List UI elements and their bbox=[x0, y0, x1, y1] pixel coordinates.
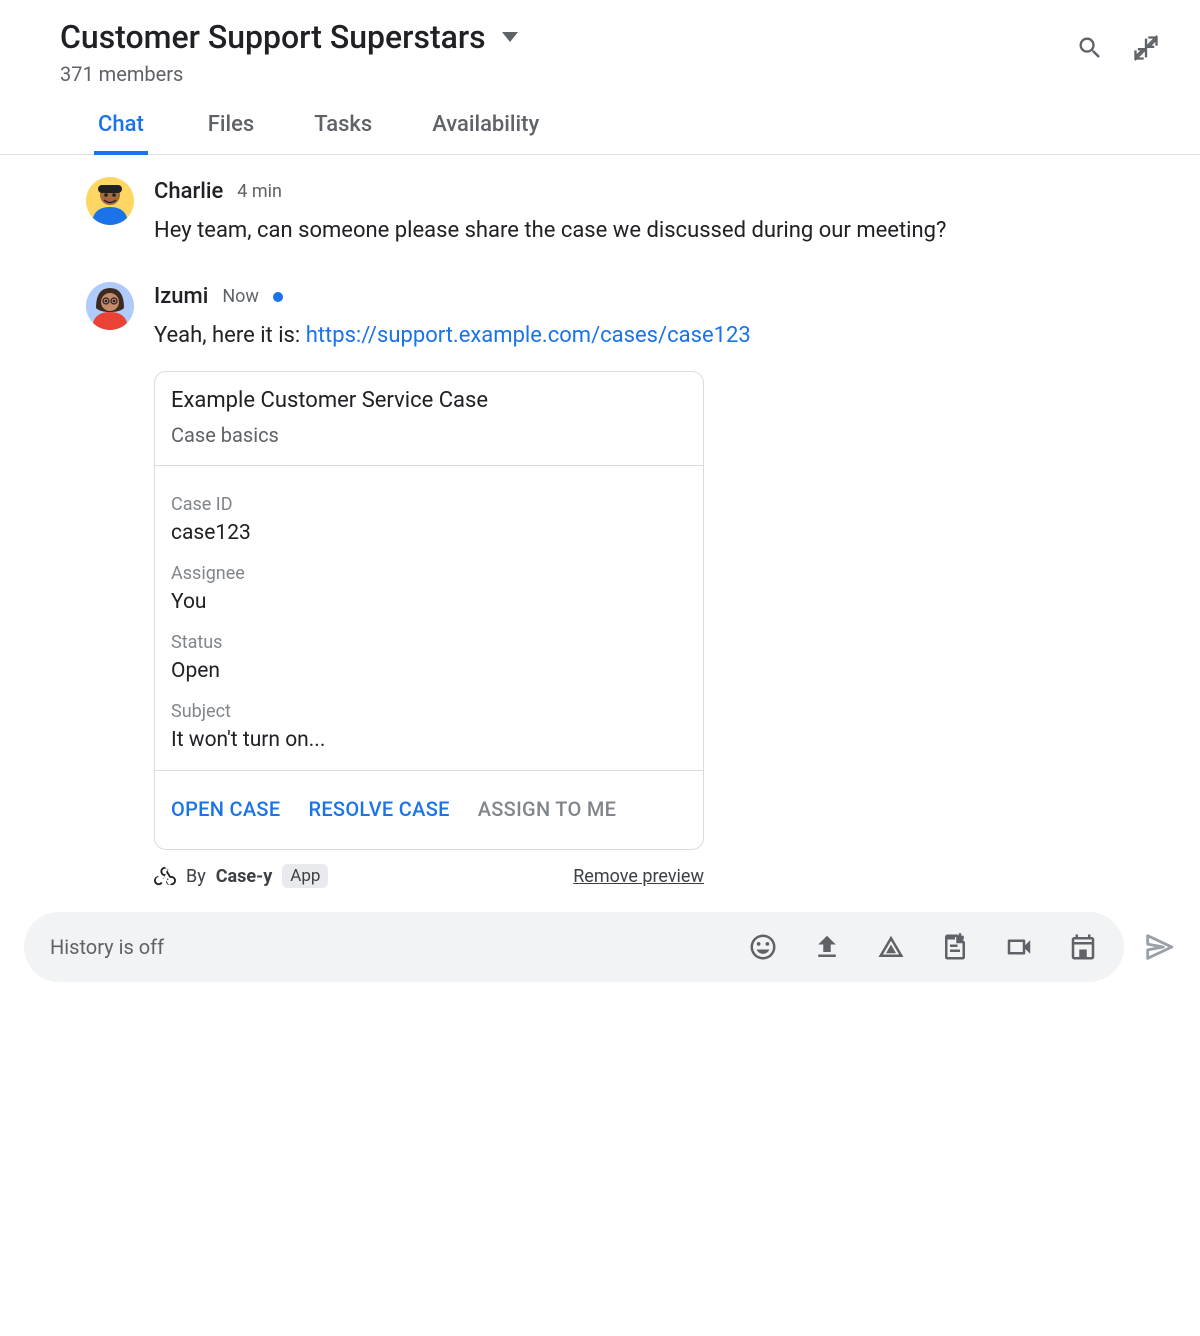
field-value: You bbox=[171, 590, 687, 614]
message-header: Charlie 4 min bbox=[154, 179, 1140, 204]
card-field: Case ID case123 bbox=[171, 494, 687, 545]
field-value: Open bbox=[171, 659, 687, 683]
composer-placeholder[interactable]: History is off bbox=[50, 935, 740, 959]
card-subtitle: Case basics bbox=[171, 423, 687, 447]
message-item: Charlie 4 min Hey team, can someone plea… bbox=[86, 177, 1140, 248]
field-value: It won't turn on... bbox=[171, 728, 687, 752]
by-prefix: By bbox=[186, 866, 206, 887]
message-author: Charlie bbox=[154, 179, 223, 204]
open-case-button[interactable]: OPEN CASE bbox=[171, 797, 280, 821]
card-header: Example Customer Service Case Case basic… bbox=[155, 372, 703, 466]
presence-dot-icon bbox=[273, 292, 283, 302]
app-name: Case-y bbox=[216, 866, 273, 887]
resolve-case-button[interactable]: RESOLVE CASE bbox=[308, 797, 449, 821]
emoji-icon[interactable] bbox=[748, 932, 778, 962]
message-header: Izumi Now bbox=[154, 284, 1140, 309]
link-preview-card: Example Customer Service Case Case basic… bbox=[154, 371, 704, 850]
card-title: Example Customer Service Case bbox=[171, 388, 687, 413]
room-header: Customer Support Superstars 371 members bbox=[0, 0, 1200, 86]
room-title: Customer Support Superstars bbox=[60, 18, 486, 56]
message-time: 4 min bbox=[237, 181, 282, 202]
message-composer[interactable]: History is off bbox=[24, 912, 1124, 982]
card-field: Status Open bbox=[171, 632, 687, 683]
composer-row: History is off bbox=[0, 912, 1200, 1012]
video-icon[interactable] bbox=[1004, 932, 1034, 962]
message-body: Izumi Now Yeah, here it is: https://supp… bbox=[154, 282, 1140, 888]
message-text: Yeah, here it is: https://support.exampl… bbox=[154, 319, 974, 353]
card-attribution: By Case-y App bbox=[154, 864, 328, 888]
search-icon[interactable] bbox=[1076, 34, 1104, 62]
message-item: Izumi Now Yeah, here it is: https://supp… bbox=[86, 282, 1140, 888]
header-actions bbox=[1076, 18, 1176, 62]
card-field: Subject It won't turn on... bbox=[171, 701, 687, 752]
card-fields: Case ID case123 Assignee You Status Open… bbox=[155, 466, 703, 770]
message-text-prefix: Yeah, here it is: bbox=[154, 323, 306, 348]
message-body: Charlie 4 min Hey team, can someone plea… bbox=[154, 177, 1140, 248]
card-footer: By Case-y App Remove preview bbox=[154, 864, 704, 888]
room-title-row[interactable]: Customer Support Superstars bbox=[60, 18, 1076, 56]
message-author: Izumi bbox=[154, 284, 208, 309]
calendar-icon[interactable] bbox=[1068, 932, 1098, 962]
card-field: Assignee You bbox=[171, 563, 687, 614]
member-count: 371 members bbox=[60, 62, 1076, 86]
message-list: Charlie 4 min Hey team, can someone plea… bbox=[0, 155, 1200, 912]
tab-files[interactable]: Files bbox=[208, 112, 254, 154]
avatar[interactable] bbox=[86, 177, 134, 225]
app-badge: App bbox=[282, 864, 328, 888]
assign-to-me-button[interactable]: ASSIGN TO ME bbox=[478, 797, 617, 821]
field-label: Case ID bbox=[171, 494, 687, 515]
field-label: Assignee bbox=[171, 563, 687, 584]
avatar[interactable] bbox=[86, 282, 134, 330]
tab-chat[interactable]: Chat bbox=[94, 112, 148, 155]
message-time: Now bbox=[222, 286, 259, 307]
case-link[interactable]: https://support.example.com/cases/case12… bbox=[306, 323, 751, 348]
card-actions: OPEN CASE RESOLVE CASE ASSIGN TO ME bbox=[155, 770, 703, 849]
create-doc-icon[interactable] bbox=[940, 932, 970, 962]
field-label: Subject bbox=[171, 701, 687, 722]
collapse-icon[interactable] bbox=[1132, 34, 1160, 62]
upload-icon[interactable] bbox=[812, 932, 842, 962]
field-value: case123 bbox=[171, 521, 687, 545]
composer-toolbar bbox=[748, 932, 1098, 962]
send-icon[interactable] bbox=[1142, 930, 1176, 964]
tab-availability[interactable]: Availability bbox=[432, 112, 539, 154]
tab-tasks[interactable]: Tasks bbox=[314, 112, 372, 154]
remove-preview-link[interactable]: Remove preview bbox=[573, 866, 704, 887]
message-text: Hey team, can someone please share the c… bbox=[154, 214, 974, 248]
tabs: Chat Files Tasks Availability bbox=[0, 86, 1200, 155]
chevron-down-icon[interactable] bbox=[502, 32, 518, 42]
drive-icon[interactable] bbox=[876, 932, 906, 962]
webhook-icon bbox=[154, 865, 176, 887]
header-left: Customer Support Superstars 371 members bbox=[60, 18, 1076, 86]
field-label: Status bbox=[171, 632, 687, 653]
